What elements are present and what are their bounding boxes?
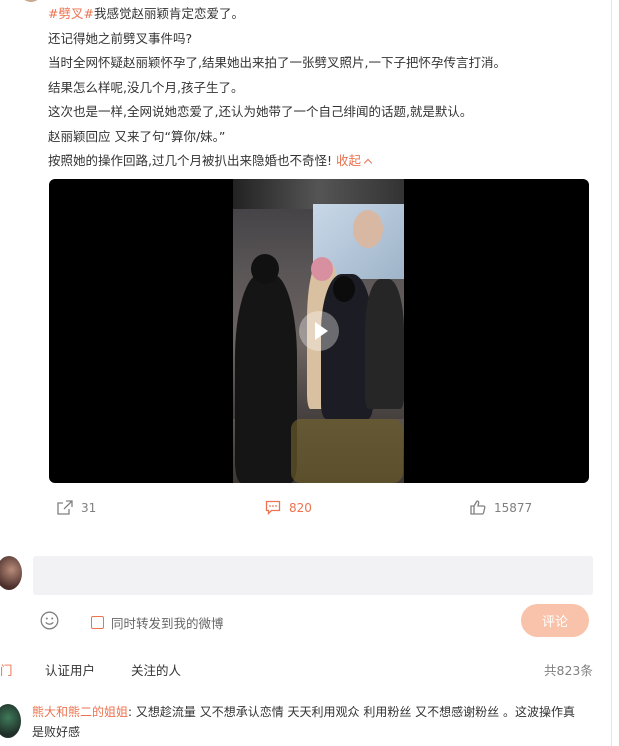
post-line-5: 这次也是一样,全网说她恋爱了,还认为她带了一个自己绯闻的话题,就是默认。	[48, 104, 473, 119]
comment-separator: :	[128, 705, 133, 719]
author-avatar[interactable]	[20, 0, 42, 2]
comment-item: 熊大和熊二的姐姐: 又想趁流量 又不想承认恋情 天天利用观众 利用粉丝 又不想感…	[32, 702, 592, 742]
post-line-1: #劈叉#我感觉赵丽颖肯定恋爱了。	[48, 6, 244, 21]
forward-checkbox[interactable]	[91, 616, 104, 629]
current-user-avatar[interactable]	[0, 556, 22, 590]
post-line-4: 结果怎么样呢,没几个月,孩子生了。	[48, 79, 244, 95]
emoji-button[interactable]	[40, 611, 59, 634]
comment-text-cont: 是败好感	[32, 725, 81, 739]
commenter-name[interactable]: 熊大和熊二的姐姐	[32, 705, 128, 719]
post-line-3: 当时全网怀疑赵丽颖怀孕了,结果她出来拍了一张劈叉照片,一下子把怀孕传言打消。	[48, 55, 506, 70]
filter-verified-users[interactable]: 认证用户	[45, 660, 95, 679]
comment-count: 820	[289, 500, 312, 515]
comment-text: 又想趁流量 又不想承认恋情 天天利用观众 利用粉丝 又不想感谢粉丝 。这波操作真	[135, 705, 575, 719]
share-button[interactable]: 31	[57, 500, 96, 515]
like-button[interactable]: 15877	[470, 500, 532, 515]
comment-total: 共823条	[544, 663, 593, 678]
share-count: 31	[81, 500, 97, 515]
like-icon	[470, 500, 486, 515]
comment-button[interactable]: 820	[265, 500, 312, 515]
filter-followed-users[interactable]: 关注的人	[131, 660, 181, 679]
commenter-avatar[interactable]	[0, 704, 21, 738]
collapse-button[interactable]: 收起	[336, 153, 373, 168]
forward-option[interactable]: 同时转发到我的微博	[91, 613, 224, 632]
post-line-7: 按照她的操作回路,过几个月被扒出来隐婚也不奇怪! 收起	[48, 149, 608, 174]
post-text: #劈叉#我感觉赵丽颖肯定恋爱了。 还记得她之前劈叉事件吗? 当时全网怀疑赵丽颖怀…	[48, 2, 608, 174]
emoji-icon	[40, 611, 59, 630]
feed-right-border	[611, 0, 612, 746]
submit-comment-button[interactable]: 评论	[521, 604, 589, 637]
comment-icon	[265, 500, 281, 515]
filter-hot[interactable]: 门	[0, 660, 13, 679]
post-line-6: 赵丽颖回应 又来了句“算你/妹。”	[48, 128, 226, 144]
post-line-2: 还记得她之前劈叉事件吗?	[48, 30, 193, 46]
forward-label: 同时转发到我的微博	[111, 616, 224, 631]
share-icon	[57, 500, 73, 515]
like-count: 15877	[494, 500, 533, 515]
hashtag-link[interactable]: #劈叉#	[48, 6, 94, 21]
chevron-up-icon	[363, 158, 373, 168]
play-icon[interactable]	[299, 311, 339, 351]
post-actions: 31 820 15877	[0, 500, 611, 526]
comment-input[interactable]	[33, 556, 593, 595]
video-player[interactable]	[49, 179, 589, 483]
